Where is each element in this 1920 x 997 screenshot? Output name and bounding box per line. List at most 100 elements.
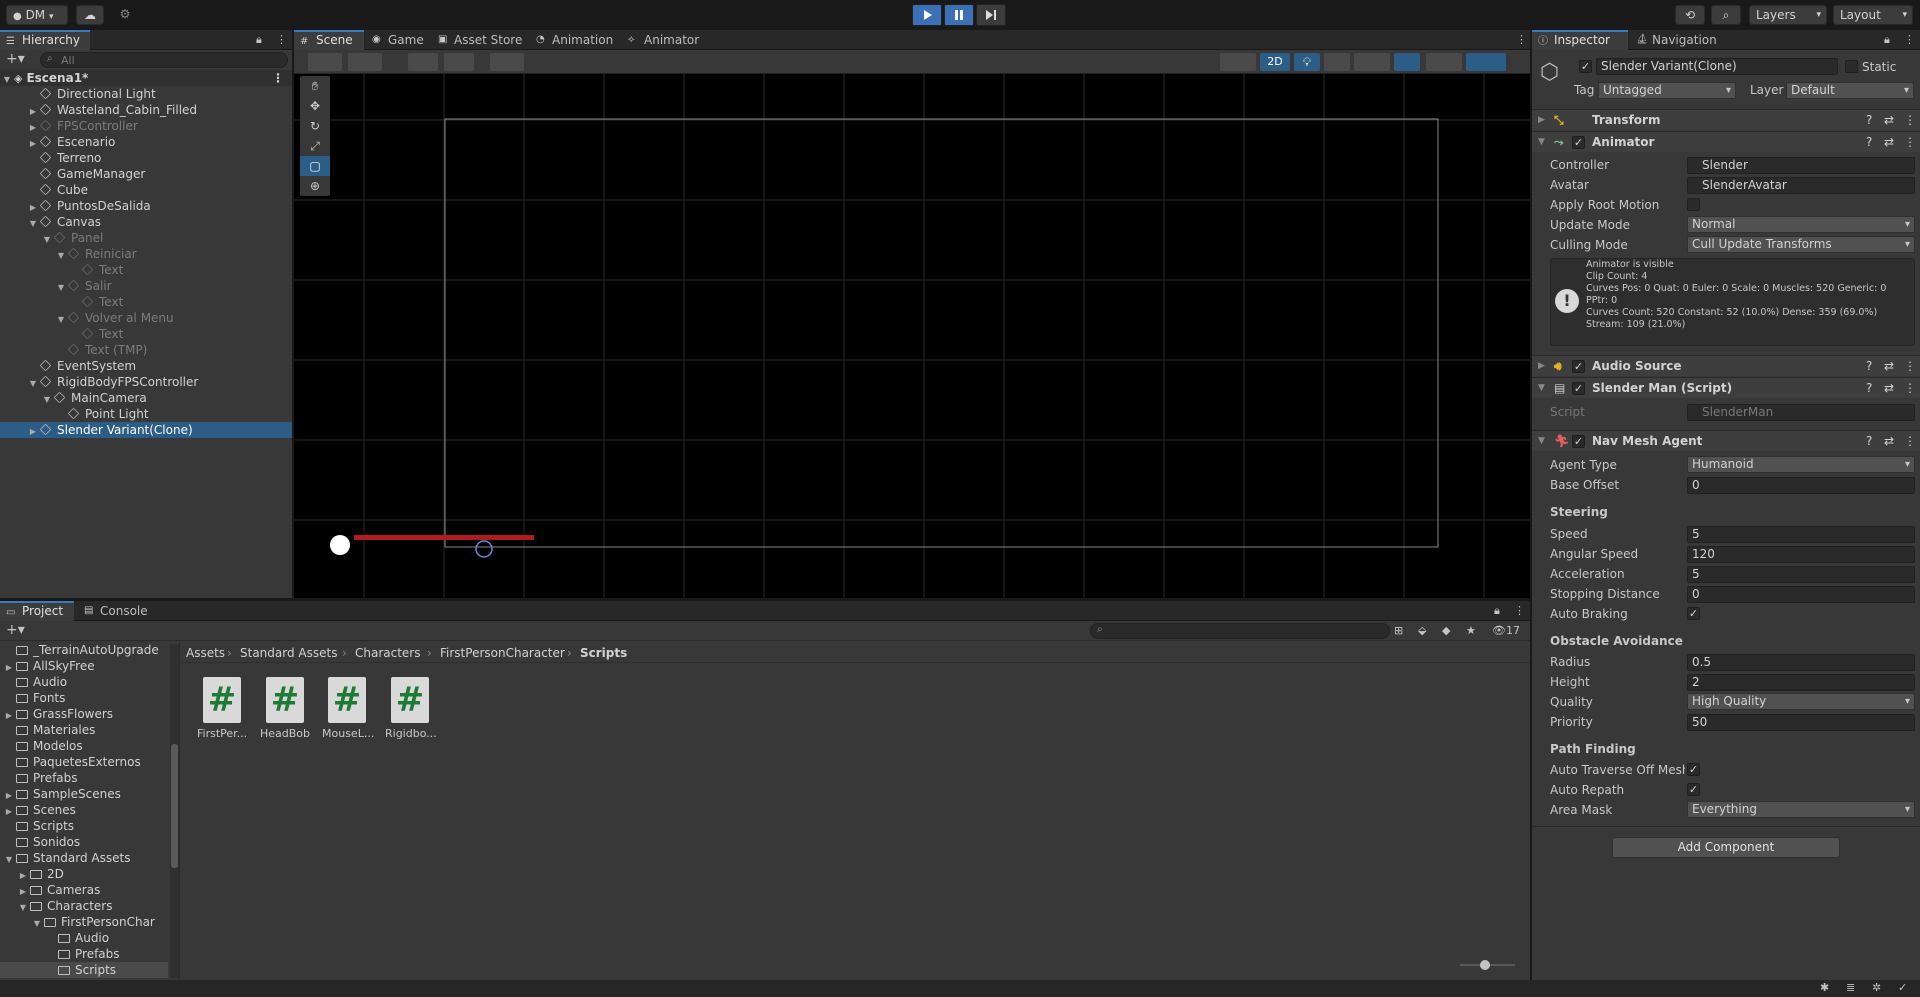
hierarchy-item[interactable]: ▶ PuntosDeSalida [0,198,292,214]
tree-scrollbar-thumb[interactable] [171,744,178,868]
tab-console[interactable]: ▤ Console [78,601,158,621]
expand-arrow-icon[interactable]: ▼ [0,900,30,914]
component-menu-icon[interactable]: ⋮ [1904,132,1916,152]
culling-mode-dropdown[interactable]: Cull Update Transforms [1687,236,1915,253]
tab-animator[interactable]: ⟡ Animator [622,30,702,50]
toggle-2d-button[interactable]: 2D [1260,53,1290,71]
hierarchy-item[interactable]: Text (TMP) [0,342,292,358]
layer-dropdown[interactable]: Default [1786,82,1914,99]
help-icon[interactable]: ? [1866,378,1872,398]
hierarchy-item[interactable]: Cube [0,182,292,198]
render-mode-dropdown[interactable] [348,53,382,71]
hierarchy-item[interactable]: ▼ Canvas [0,214,292,230]
snap-settings-icon[interactable] [444,53,474,71]
breadcrumb-assets[interactable]: Assets [186,645,225,661]
scale-tool-icon[interactable]: ⤢ [300,136,330,156]
component-menu-icon[interactable]: ⋮ [1904,431,1916,451]
folder-tree-item[interactable]: _TerrainAutoUpgrade [0,642,168,658]
slender-script-checkbox[interactable]: ✓ [1572,382,1585,395]
preset-icon[interactable]: ⇄ [1884,431,1894,451]
step-button[interactable] [976,4,1006,26]
folder-tree-item[interactable]: Materiales [0,722,168,738]
controller-field[interactable]: Slender [1687,157,1915,174]
gizmo-orientation-dropdown[interactable] [1220,53,1256,71]
hidden-objects-icon[interactable] [1394,53,1420,71]
layers-stack-icon[interactable]: ≣ [1846,981,1855,995]
add-icon[interactable]: +▾ [6,52,25,66]
effects-dropdown[interactable] [1354,53,1390,71]
preset-icon[interactable]: ⇄ [1884,356,1894,376]
tab-project[interactable]: ▭ Project [0,601,74,621]
folder-tree-item[interactable]: Audio [0,930,168,946]
bug-icon[interactable]: ✲ [1872,981,1881,995]
add-component-button[interactable]: Add Component [1612,837,1840,858]
active-checkbox[interactable]: ✓ [1579,60,1592,73]
breadcrumb-characters[interactable]: Characters [355,645,421,661]
help-icon[interactable]: ? [1866,356,1872,376]
hierarchy-item[interactable]: ▼ Volver al Menu [0,310,292,326]
tab-hierarchy[interactable]: ☰ Hierarchy [0,30,90,50]
expand-arrow-icon[interactable]: ▶ [0,868,30,882]
script-asset[interactable]: # FirstPer... [197,677,247,740]
breadcrumb-scripts[interactable]: Scripts [580,645,627,661]
folder-tree-item[interactable]: PaquetesExternos [0,754,168,770]
camera-settings-dropdown[interactable] [1426,53,1462,71]
hierarchy-search-input[interactable]: ⌕ All [40,52,288,68]
audio-source-header[interactable]: ▶ 🔊︎ ✓ Audio Source ? ⇄ ⋮ [1532,355,1920,376]
preset-icon[interactable]: ⇄ [1884,132,1894,152]
more-menu-icon[interactable]: ⋮ [1514,604,1525,618]
component-menu-icon[interactable]: ⋮ [1904,378,1916,398]
gizmos-dropdown[interactable] [1466,53,1506,71]
hierarchy-item[interactable]: Point Light [0,406,292,422]
script-asset[interactable]: # Rigidbo... [385,677,437,740]
hierarchy-item[interactable]: EventSystem [0,358,292,374]
radius-input[interactable]: 0.5 [1687,654,1915,671]
search-by-label-icon[interactable]: ⬙ [1418,624,1426,638]
preset-icon[interactable]: ⇄ [1884,378,1894,398]
grid-snap-icon[interactable] [408,53,438,71]
tag-icon[interactable]: ◆ [1442,624,1450,638]
slender-script-header[interactable]: ▼ ▤ ✓ Slender Man (Script) ? ⇄ ⋮ [1532,377,1920,398]
tab-animation[interactable]: ◔ Animation [530,30,620,50]
increment-snap-icon[interactable] [490,53,524,71]
folder-tree-item[interactable]: Scripts [0,818,168,834]
lock-icon[interactable]: 🔒︎ [1884,33,1890,47]
breadcrumb-first-person[interactable]: FirstPersonCharacter [440,645,565,661]
preset-icon[interactable]: ⇄ [1884,110,1894,130]
folder-tree-item[interactable]: Sonidos [0,834,168,850]
more-menu-icon[interactable]: ⋮ [1516,33,1527,47]
component-menu-icon[interactable]: ⋮ [1904,110,1916,130]
expand-arrow-icon[interactable]: ▶ [0,804,16,818]
object-name-input[interactable]: Slender Variant(Clone) [1596,58,1838,75]
agent-type-dropdown[interactable]: Humanoid [1687,456,1915,473]
acceleration-input[interactable]: 5 [1687,566,1915,583]
account-dropdown[interactable]: ● DM ▾ [6,5,68,25]
move-tool-icon[interactable]: ✥ [300,96,330,116]
folder-tree-item[interactable]: ▼ Standard Assets [0,850,168,866]
folder-tree-item[interactable]: ▶ AllSkyFree [0,658,168,674]
hierarchy-item[interactable]: ▼ Salir [0,278,292,294]
folder-tree-item[interactable]: ▼ Characters [0,898,168,914]
hierarchy-item[interactable]: Text [0,326,292,342]
speed-input[interactable]: 5 [1687,526,1915,543]
pause-button[interactable] [944,4,974,26]
search-by-type-icon[interactable]: ⊞ [1394,624,1403,638]
help-icon[interactable]: ? [1866,110,1872,130]
animator-component-header[interactable]: ▼ ⤳ ✓ Animator ? ⇄ ⋮ [1532,131,1920,152]
cloud-icon[interactable]: ☁ [76,5,104,25]
update-mode-dropdown[interactable]: Normal [1687,216,1915,233]
layers-dropdown[interactable]: Layers ▾ [1749,5,1827,25]
priority-input[interactable]: 50 [1687,714,1915,731]
auto-braking-checkbox[interactable]: ✓ [1687,607,1700,620]
lock-icon[interactable]: 🔒︎ [256,33,262,47]
scene-row[interactable]: ▼ ◈ Escena1* ⋮ [0,70,292,86]
expand-arrow-icon[interactable]: ▶ [0,708,16,722]
hierarchy-item[interactable]: ▶ Escenario [0,134,292,150]
tab-navigation[interactable]: ⛵︎ Navigation [1630,30,1730,50]
script-asset[interactable]: # MouseL... [322,677,374,740]
folder-tree-item[interactable]: Fonts [0,690,168,706]
hierarchy-item[interactable]: GameManager [0,166,292,182]
tab-asset-store[interactable]: ▣ Asset Store [432,30,528,50]
transform-component-header[interactable]: ▶ ⤡ Transform ? ⇄ ⋮ [1532,109,1920,130]
hierarchy-item[interactable]: ▶ FPSController [0,118,292,134]
